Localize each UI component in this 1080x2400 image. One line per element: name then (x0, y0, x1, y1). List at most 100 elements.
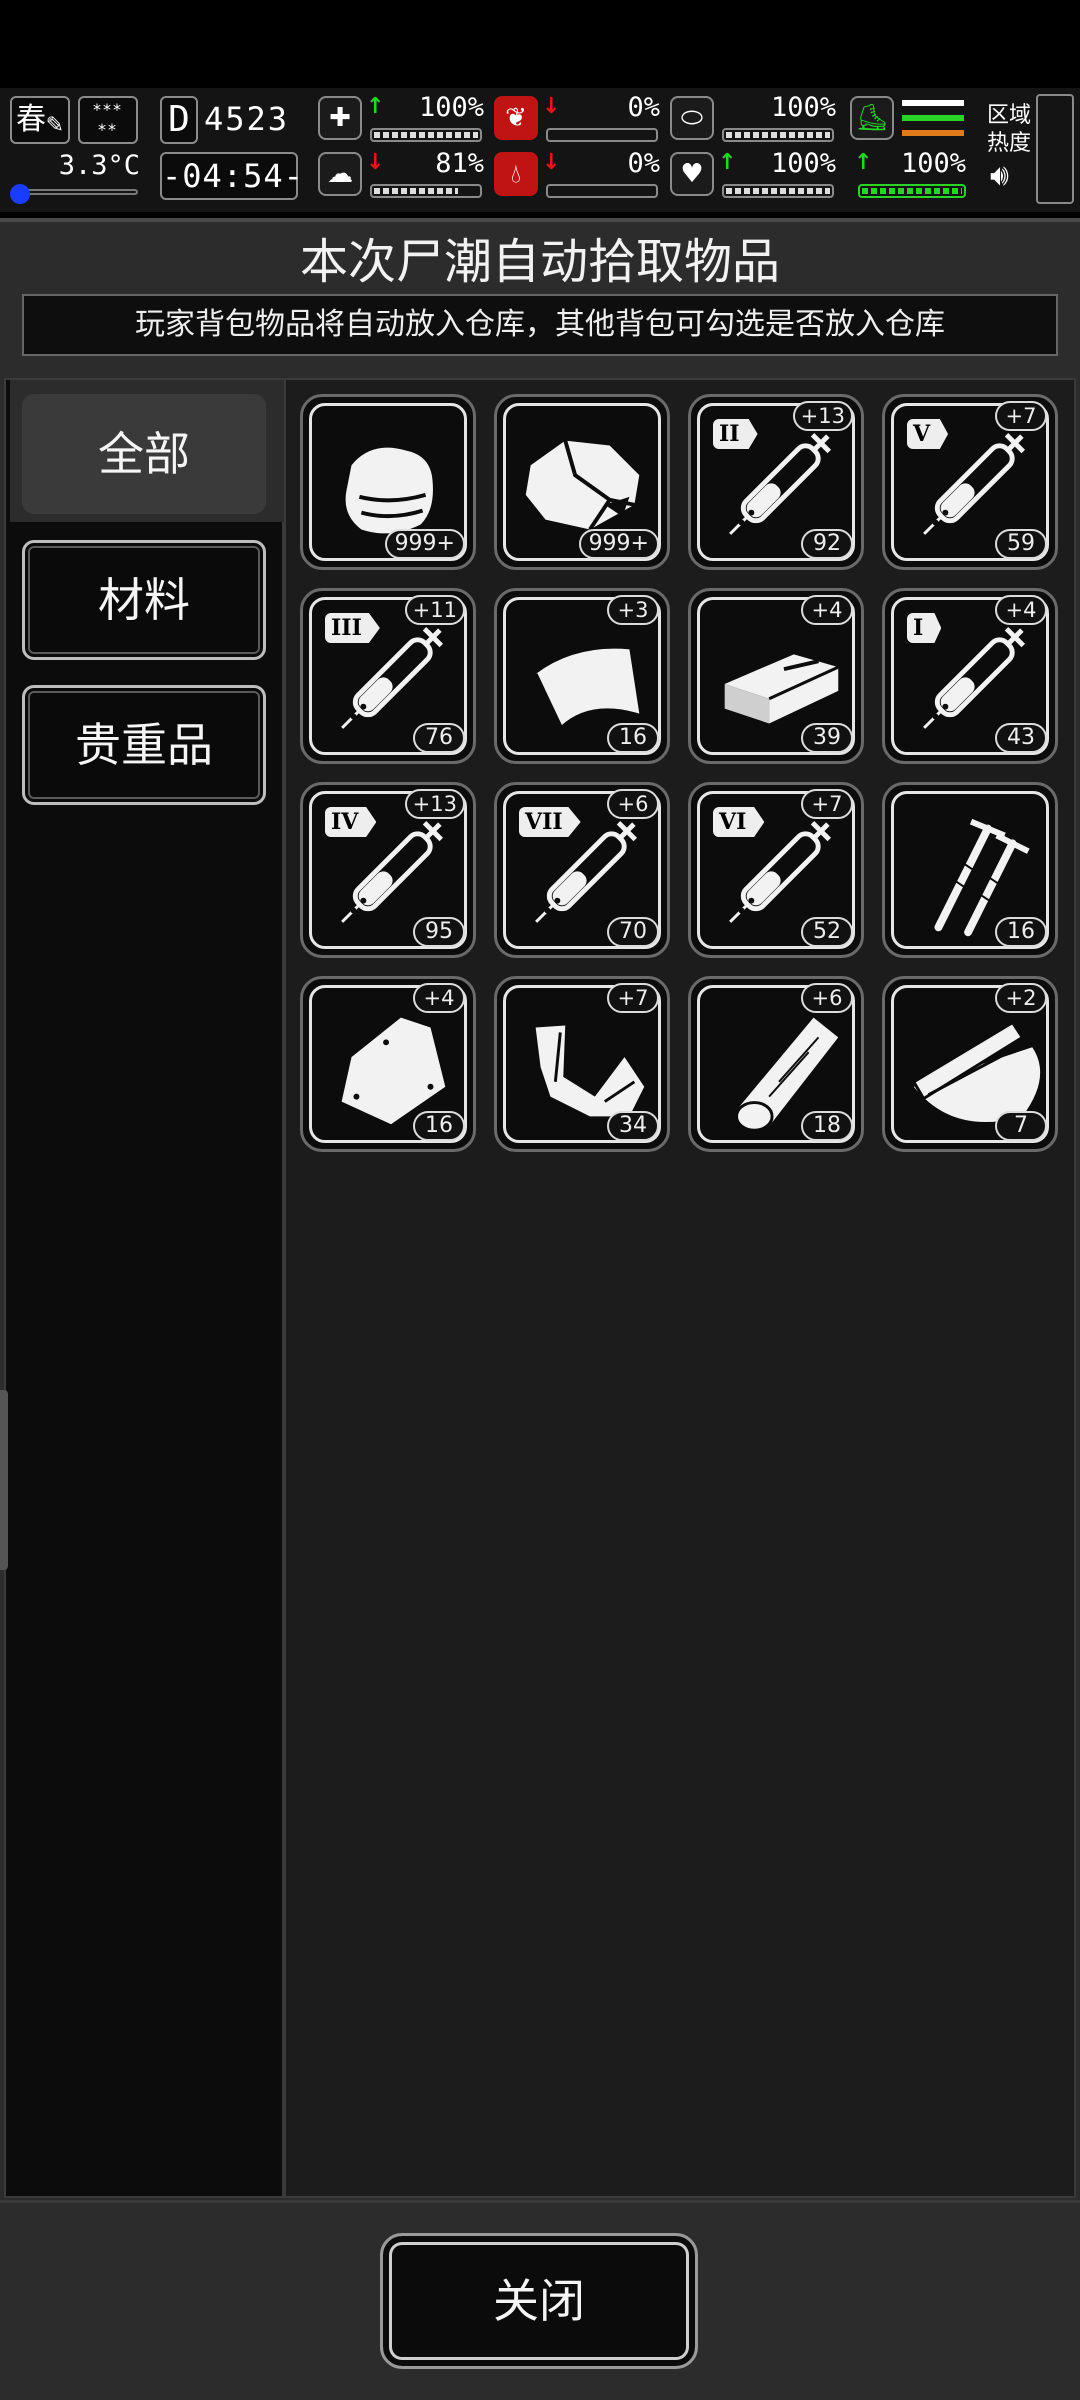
thirst-stat: 💧︎ ↓ 0% (494, 148, 664, 200)
item-slot[interactable]: 999+ (300, 394, 476, 570)
bonus-badge: +2 (995, 983, 1047, 1013)
item-count: 70 (607, 917, 659, 947)
pill-icon: ⬭ (670, 96, 714, 140)
notice-text: 玩家背包物品将自动放入仓库，其他背包可勾选是否放入仓库 (22, 294, 1058, 356)
item-slot[interactable]: II +13 92 (688, 394, 864, 570)
area-heat-label: 区域 热度 (986, 103, 1031, 156)
item-slot[interactable]: IV +13 95 (300, 782, 476, 958)
temperature-gauge (10, 184, 140, 204)
bonus-badge: +7 (607, 983, 659, 1013)
game-clock: -04:54- (160, 152, 303, 200)
item-slot[interactable]: +4 16 (300, 976, 476, 1152)
item-count: 59 (995, 529, 1047, 559)
blood-drop-icon: 💧︎ (494, 152, 538, 196)
thirst-value: 0% (627, 148, 660, 179)
tier-badge: IV (325, 807, 377, 837)
item-slot[interactable]: VII +6 70 (494, 782, 670, 958)
item-count: 52 (801, 917, 853, 947)
medkit-icon: ✚ (318, 96, 362, 140)
stamina-stripes (902, 100, 964, 136)
bonus-badge: +6 (607, 789, 659, 819)
tier-badge: I (907, 613, 942, 643)
item-count: 16 (995, 917, 1047, 947)
trend-arrow: ↓ (542, 94, 561, 119)
feather-icon: ✎ (45, 113, 64, 138)
item-slot[interactable]: V +7 59 (882, 394, 1058, 570)
bonus-badge: +4 (801, 595, 853, 625)
footer: 关闭 (0, 2200, 1080, 2400)
tier-badge: II (713, 419, 758, 449)
hunger-value: 0% (627, 92, 660, 123)
immunity-stat: ⬭ 100% (670, 92, 840, 144)
bonus-badge: +4 (995, 595, 1047, 625)
item-slot[interactable]: +6 18 (688, 976, 864, 1152)
tier-badge: VI (713, 807, 765, 837)
bonus-badge: +7 (995, 401, 1047, 431)
bonus-badge: +11 (404, 595, 465, 625)
bonus-badge: +7 (801, 789, 853, 819)
tier-badge: VII (519, 807, 581, 837)
item-slot[interactable]: I +4 43 (882, 588, 1058, 764)
temperature-knob (10, 184, 30, 204)
heart-bar (722, 184, 834, 198)
tier-badge: V (907, 419, 949, 449)
immunity-value: 100% (770, 92, 836, 123)
item-slot[interactable]: 999+ (494, 394, 670, 570)
status-bar: 春 ✎ *** ** 3.3°C D 4523 -04:54- ✚ ↑ 100% ❦ ↓… (0, 88, 1080, 212)
item-slot[interactable]: III +11 76 (300, 588, 476, 764)
sanity-stat: ☁ ↓ 81% (318, 148, 488, 200)
bonus-badge: +6 (801, 983, 853, 1013)
item-count: 7 (995, 1111, 1047, 1141)
tier-badge: III (325, 613, 380, 643)
temperature-readout: 3.3°C (58, 150, 140, 181)
health-bar (370, 128, 482, 142)
category-tab-materials[interactable]: 材料 (22, 540, 266, 660)
sanity-value: 81% (435, 148, 484, 179)
bonus-badge: +13 (404, 789, 465, 819)
thirst-bar (546, 184, 658, 198)
bonus-badge: +4 (413, 983, 465, 1013)
page-title: 本次尸潮自动拾取物品 (299, 234, 780, 290)
item-count: 18 (801, 1111, 853, 1141)
health-value: 100% (418, 92, 484, 123)
sanity-bar (370, 184, 482, 198)
edge-drag-handle[interactable] (0, 1390, 8, 1570)
heart-stat: ♥ ↑ 100% (670, 148, 840, 200)
bonus-badge: +13 (792, 401, 853, 431)
season-indicator: 春 ✎ (10, 96, 70, 144)
item-count: 76 (413, 723, 465, 753)
close-button[interactable]: 关闭 (380, 2233, 698, 2369)
item-slot[interactable]: +7 34 (494, 976, 670, 1152)
day-letter: D (160, 96, 198, 144)
brain-icon: ☁ (318, 152, 362, 196)
item-slot[interactable]: +3 16 (494, 588, 670, 764)
season-label: 春 (16, 102, 46, 137)
immunity-bar (722, 128, 834, 142)
item-count: 43 (995, 723, 1047, 753)
area-heat-meter (1036, 94, 1074, 204)
item-grid: 999+ 999+ II +13 92 V +7 59 III +11 76 +3 16 +4 39 I +4 4… (284, 378, 1076, 2198)
stamina-level: ↑ 100% (850, 148, 970, 200)
item-count: 16 (607, 723, 659, 753)
trend-arrow: ↑ (366, 94, 385, 119)
item-count: 16 (413, 1111, 465, 1141)
heart-value: 100% (770, 148, 836, 179)
stomach-icon: ❦ (494, 96, 538, 140)
category-tab-valuables[interactable]: 贵重品 (22, 685, 266, 805)
hunger-bar (546, 128, 658, 142)
trend-arrow: ↑ (718, 150, 737, 175)
item-slot[interactable]: VI +7 52 (688, 782, 864, 958)
item-count: 92 (801, 529, 853, 559)
item-slot[interactable]: +2 7 (882, 976, 1058, 1152)
item-slot[interactable]: +4 39 (688, 588, 864, 764)
trend-arrow: ↓ (366, 150, 385, 175)
stamina-stat: ⛸ (850, 92, 970, 144)
health-stat: ✚ ↑ 100% (318, 92, 488, 144)
item-slot[interactable]: 16 (882, 782, 1058, 958)
speaker-icon[interactable]: 🔊︎ (990, 158, 1009, 193)
heart-icon: ♥ (670, 152, 714, 196)
trend-arrow: ↓ (542, 150, 561, 175)
category-sidebar: 全部 材料 贵重品 (4, 378, 286, 2198)
category-tab-all[interactable]: 全部 (22, 394, 266, 514)
boot-icon: ⛸ (850, 96, 894, 140)
